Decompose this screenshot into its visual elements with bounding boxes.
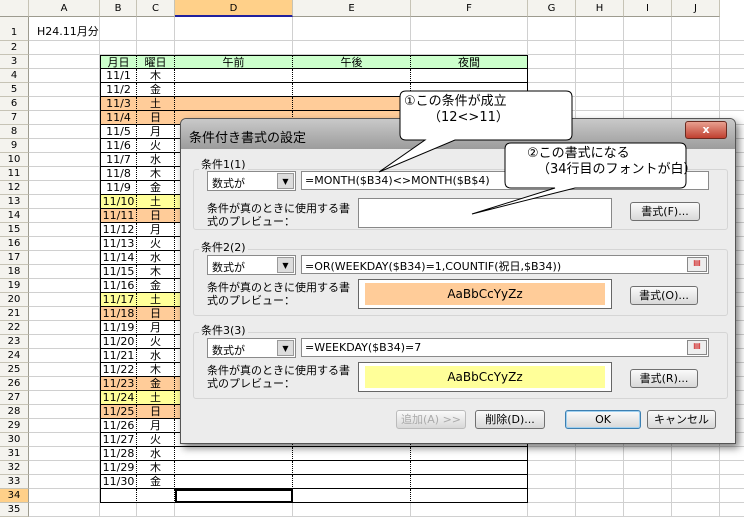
callout-1-text: ①この条件が成立 （12<>11） (404, 94, 509, 126)
callout-shapes (378, 90, 687, 215)
callout-2-text: ②この書式になる （34行目のフォントが白） (527, 146, 697, 178)
callout-1-line2: （12<>11） (428, 110, 509, 125)
callout-2-line1: ②この書式になる (527, 146, 630, 161)
callout-1-line1: ①この条件が成立 (404, 94, 507, 109)
callout-2-line2: （34行目のフォントが白） (537, 162, 697, 177)
